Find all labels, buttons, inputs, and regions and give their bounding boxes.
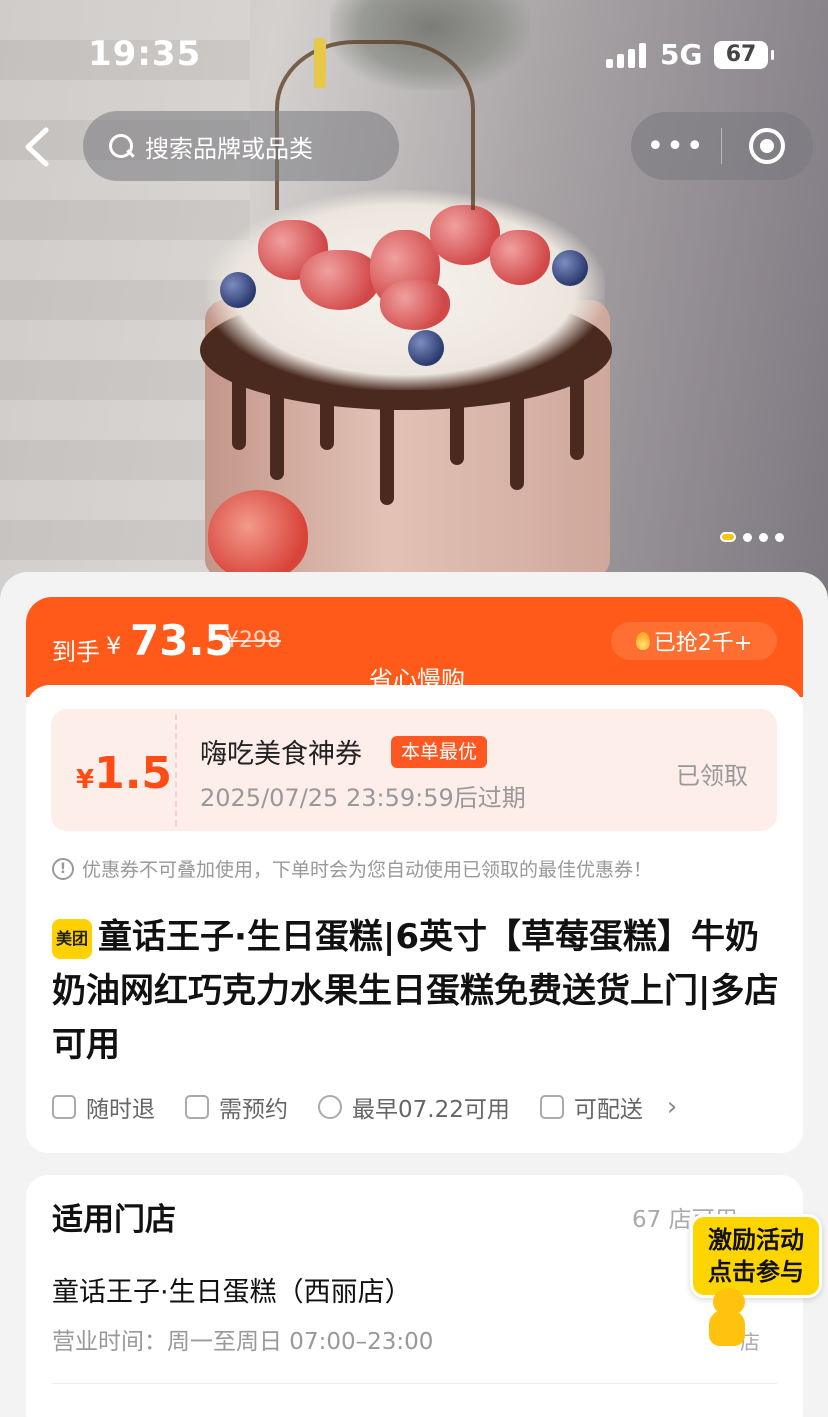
price-currency: ¥	[106, 632, 122, 660]
divider	[52, 1383, 777, 1384]
feature-delivery: 可配送	[539, 1090, 643, 1124]
promo-line2: 点击参与	[708, 1258, 804, 1286]
pager-dot	[743, 532, 752, 542]
coupon-title: 嗨吃美食神券	[200, 739, 362, 770]
sold-count: 已抢2千+	[653, 631, 753, 656]
store-name[interactable]: 童话王子·生日蛋糕（西丽店）	[52, 1270, 412, 1309]
strawberry	[490, 230, 550, 285]
receipt-icon	[52, 1095, 76, 1119]
candle	[314, 38, 326, 88]
search-bar[interactable]: 搜索品牌或品类	[83, 111, 399, 181]
sold-badge: 已抢2千+	[611, 622, 777, 660]
promo-float-button[interactable]: 激励活动 点击参与	[690, 1214, 822, 1298]
promo-line1: 激励活动	[708, 1226, 804, 1254]
product-title-text: 童话王子·生日蛋糕|6英寸【草莓蛋糕】牛奶奶油网红巧克力水果生日蛋糕免费送货上门…	[52, 917, 779, 1065]
calendar-icon	[185, 1095, 209, 1119]
back-button[interactable]	[20, 122, 60, 172]
flame-icon	[635, 632, 650, 650]
strawberry	[300, 250, 380, 310]
chevron-left-icon	[25, 127, 49, 167]
feature-label: 随时退	[86, 1097, 155, 1123]
network-type: 5G	[660, 38, 703, 71]
pager-dot	[759, 532, 768, 542]
meituan-logo: 美团	[52, 919, 92, 959]
more-button[interactable]: •••	[631, 129, 721, 164]
feature-list[interactable]: 随时退 需预约 最早07.22可用 可配送 ›	[52, 1090, 677, 1124]
notice-text: 优惠券不可叠加使用，下单时会为您自动使用已领取的最佳优惠券！	[82, 859, 653, 881]
feature-reservation: 需预约	[185, 1090, 288, 1124]
feature-label: 可配送	[573, 1097, 643, 1123]
coupon-divider	[175, 714, 177, 826]
mascot-head	[713, 1288, 745, 1316]
coupon-currency: ¥	[76, 765, 95, 795]
chevron-right-icon[interactable]: ›	[667, 1092, 677, 1122]
best-deal-badge: 本单最优	[391, 736, 488, 768]
blueberry	[552, 250, 588, 286]
check-circle-icon	[318, 1095, 342, 1119]
coupon-amount: ¥1.5	[76, 748, 172, 799]
signal-icon	[606, 42, 646, 68]
original-price: ¥298	[225, 628, 281, 653]
feature-label: 需预约	[219, 1097, 288, 1123]
blueberry	[408, 330, 444, 366]
close-mini-program-button[interactable]	[722, 128, 812, 164]
status-time: 19:35	[88, 34, 202, 74]
pager-dot	[775, 532, 784, 542]
product-title: 美团 童话王子·生日蛋糕|6英寸【草莓蛋糕】牛奶奶油网红巧克力水果生日蛋糕免费送货…	[52, 910, 782, 1072]
coupon-expiry: 2025/07/25 23:59:59后过期	[200, 784, 526, 812]
product-image[interactable]	[0, 0, 828, 600]
coupon-notice: ! 优惠券不可叠加使用，下单时会为您自动使用已领取的最佳优惠券！	[52, 855, 652, 882]
mini-program-capsule: •••	[631, 112, 813, 180]
coupon-status: 已领取	[676, 762, 748, 790]
price-value: 73.5	[130, 616, 234, 665]
target-icon	[749, 128, 785, 164]
store-heading: 适用门店	[52, 1202, 176, 1238]
info-icon: !	[52, 857, 74, 880]
feature-available-date: 最早07.22可用	[318, 1090, 510, 1124]
blueberry	[220, 272, 256, 308]
battery-icon: 67	[714, 41, 774, 69]
pager-dot-active	[720, 532, 736, 542]
coupon-amount-value: 1.5	[94, 748, 173, 799]
mascot-icon[interactable]	[703, 1288, 751, 1348]
feature-refund: 随时退	[52, 1090, 155, 1124]
strawberry	[380, 280, 450, 330]
search-icon	[107, 132, 135, 160]
strawberry	[208, 490, 308, 580]
delivery-icon	[539, 1095, 564, 1119]
store-hours: 营业时间：周一至周日 07:00–23:00	[52, 1329, 434, 1355]
search-placeholder: 搜索品牌或品类	[145, 134, 313, 163]
image-pager	[720, 532, 784, 542]
feature-label: 最早07.22可用	[352, 1097, 510, 1123]
